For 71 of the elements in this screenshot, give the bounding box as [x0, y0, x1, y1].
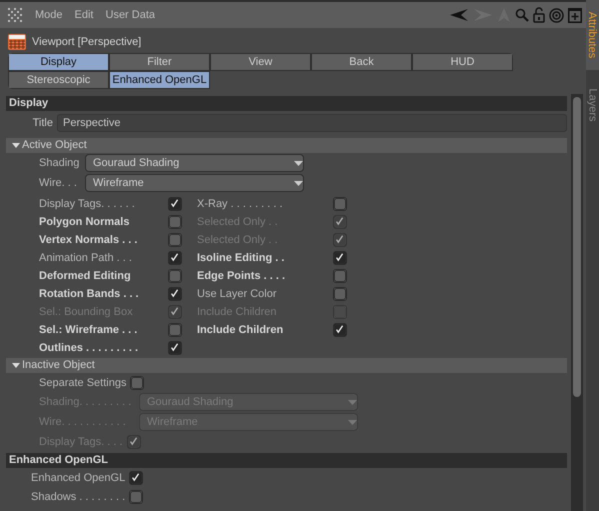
group-title: Active Object	[22, 138, 87, 153]
checkbox[interactable]	[168, 341, 182, 355]
scroll-thumb[interactable]	[573, 97, 581, 397]
checkbox[interactable]	[333, 323, 347, 337]
dropdown-label: Shading	[39, 157, 80, 169]
dropdown-label: Wire. . .	[39, 177, 78, 189]
checkbox-label: Edge Points . . . .	[197, 270, 286, 282]
tab[interactable]: View	[210, 53, 311, 71]
checkbox[interactable]	[168, 287, 182, 301]
caret-icon	[348, 400, 357, 404]
scrollbar[interactable]	[571, 94, 583, 511]
checkbox-label: Isoline Editing . .	[197, 252, 284, 264]
tab[interactable]: Back	[311, 53, 412, 71]
expanded-triangle-icon[interactable]	[12, 142, 20, 148]
checkbox-label: Sel.: Wireframe . . .	[39, 324, 138, 336]
add-icon[interactable]	[568, 8, 582, 22]
menu-item[interactable]: Edit	[74, 9, 94, 21]
checkbox-label: Display Tags. . . . . .	[39, 198, 135, 210]
checkbox[interactable]	[333, 251, 347, 265]
section-heading: Enhanced OpenGL	[6, 453, 567, 468]
checkbox[interactable]	[168, 323, 182, 337]
section-heading: Display	[6, 96, 567, 111]
tab[interactable]: Filter	[109, 53, 210, 71]
checkbox-label: Polygon Normals	[39, 216, 130, 228]
checkbox-label: X-Ray . . . . . . . . .	[197, 198, 283, 210]
dropdown[interactable]: Wireframe	[85, 174, 304, 192]
checkbox[interactable]	[168, 233, 182, 247]
tab[interactable]: Display	[8, 53, 109, 71]
checkbox-label: Use Layer Color	[197, 288, 276, 300]
group-header[interactable]: Inactive Object	[6, 358, 567, 373]
caret-icon	[294, 160, 303, 166]
object-title: Viewport [Perspective]	[32, 36, 142, 48]
checkbox-label: Outlines . . . . . . . . .	[39, 342, 138, 354]
checkbox[interactable]	[333, 287, 347, 301]
checkbox[interactable]	[168, 197, 182, 211]
checkbox[interactable]	[130, 376, 144, 390]
checkbox[interactable]	[333, 197, 347, 211]
checkbox-label: Animation Path . . .	[39, 252, 132, 264]
search-icon[interactable]	[515, 8, 529, 22]
back-arrow-icon[interactable]	[449, 8, 469, 22]
checkbox-label: Enhanced OpenGL	[31, 472, 126, 484]
caret-icon	[348, 420, 357, 424]
target-icon[interactable]	[549, 8, 564, 22]
checkbox[interactable]	[129, 490, 144, 504]
grid-icon[interactable]	[8, 8, 23, 22]
checkbox-label: Deformed Editing	[39, 270, 131, 282]
checkbox-label: Include Children	[197, 324, 284, 336]
checkbox[interactable]	[129, 470, 144, 484]
field-label: Title	[32, 117, 53, 129]
checkbox-label: Separate Settings	[39, 376, 126, 388]
checkbox-label: Vertex Normals . . .	[39, 234, 138, 246]
title-field[interactable]: Perspective	[57, 114, 567, 132]
group-header[interactable]: Active Object	[6, 138, 567, 153]
group-title: Inactive Object	[22, 358, 95, 373]
checkbox-label: Shadows . . . . . . . .	[31, 490, 126, 502]
tab[interactable]: HUD	[412, 53, 513, 71]
tab[interactable]: Stereoscopic	[8, 71, 109, 89]
expanded-triangle-icon[interactable]	[12, 362, 20, 368]
viewport-icon	[8, 34, 26, 50]
dropdown[interactable]: Gouraud Shading	[85, 154, 304, 172]
checkbox[interactable]	[168, 215, 182, 229]
tab[interactable]: Enhanced OpenGL	[109, 71, 210, 89]
caret-icon	[294, 180, 303, 186]
menu-item[interactable]: Mode	[35, 9, 63, 21]
checkbox[interactable]	[333, 269, 347, 283]
checkbox[interactable]	[168, 269, 182, 283]
side-tab[interactable]: Layers	[586, 88, 598, 122]
checkbox-label: Rotation Bands . . .	[39, 288, 139, 300]
menu-item[interactable]: User Data	[106, 9, 156, 21]
lock-icon[interactable]	[533, 7, 545, 23]
checkbox[interactable]	[168, 251, 182, 265]
